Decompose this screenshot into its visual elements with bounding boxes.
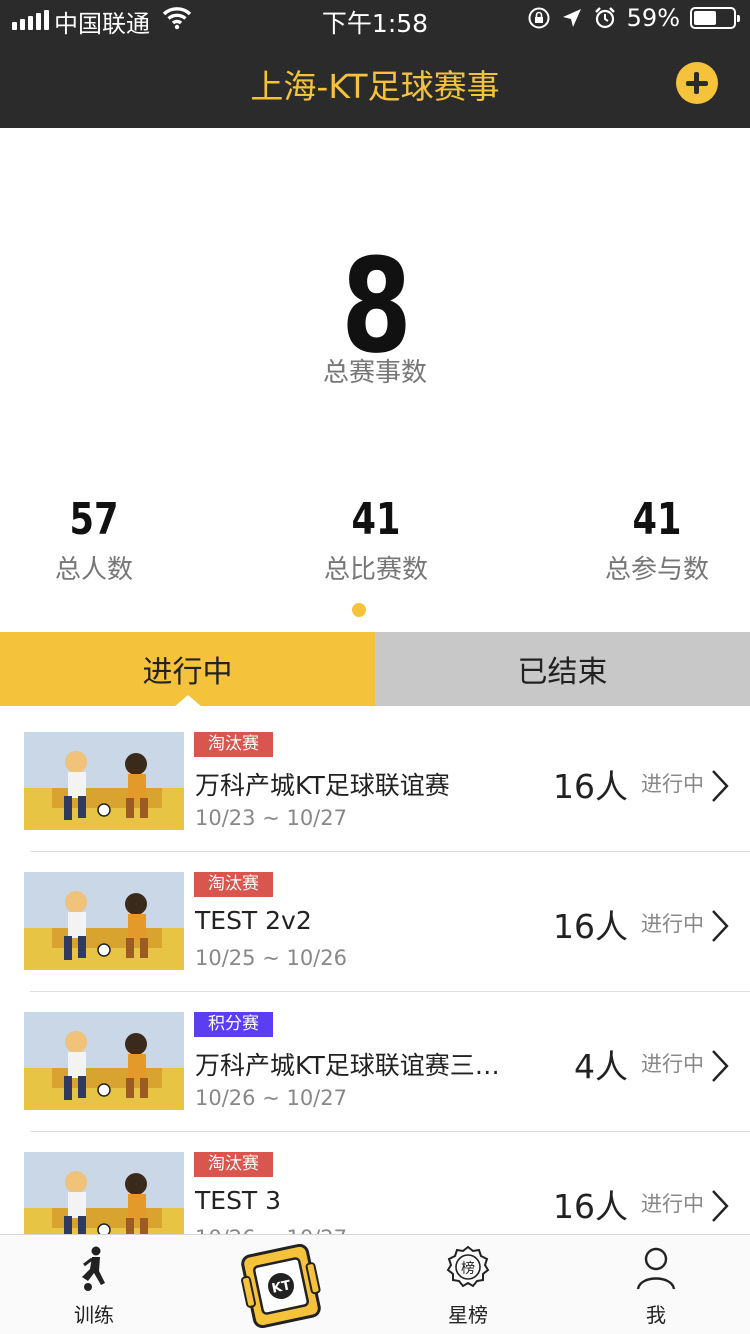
event-date: 10/26 ~ 10/27 bbox=[195, 1086, 347, 1110]
plus-circle-icon[interactable] bbox=[676, 62, 718, 104]
tab-finished[interactable]: 已结束 bbox=[375, 632, 750, 706]
event-player-count: 16人 bbox=[553, 1187, 628, 1226]
event-status: 进行中 bbox=[641, 1052, 704, 1076]
nav-label: 我 bbox=[646, 1303, 666, 1327]
list-item[interactable]: 淘汰赛 万科产城KT足球联谊赛 10/23 ~ 10/27 16人 进行中 bbox=[0, 712, 750, 852]
event-player-count: 4人 bbox=[574, 1047, 628, 1086]
stat-total-matches: 41 总比赛数 bbox=[276, 494, 476, 586]
top-bar: 中国联通 下午1:58 59% 上海-KT足球赛事 bbox=[0, 0, 750, 128]
kt-logo-icon[interactable]: KT bbox=[238, 1244, 324, 1328]
event-date: 10/23 ~ 10/27 bbox=[195, 806, 347, 830]
page-title: 上海-KT足球赛事 bbox=[250, 67, 500, 106]
chevron-right-icon bbox=[712, 1050, 729, 1082]
nav-training[interactable]: 训练 bbox=[34, 1235, 154, 1334]
event-name: TEST 3 bbox=[195, 1186, 282, 1215]
event-type-tag: 淘汰赛 bbox=[194, 732, 273, 757]
tab-ongoing[interactable]: 进行中 bbox=[0, 632, 375, 707]
stat-label: 总人数 bbox=[54, 555, 133, 585]
event-player-count: 16人 bbox=[553, 767, 628, 806]
svg-text:榜: 榜 bbox=[461, 1260, 475, 1277]
total-events-label: 总赛事数 bbox=[322, 358, 427, 388]
battery-percent: 59% bbox=[626, 4, 680, 32]
event-name: TEST 2v2 bbox=[195, 906, 312, 935]
nav-me[interactable]: 我 bbox=[596, 1235, 716, 1334]
event-thumbnail bbox=[24, 1152, 184, 1234]
event-thumbnail bbox=[24, 732, 184, 830]
location-arrow-icon bbox=[562, 9, 581, 27]
nav-ranking[interactable]: 榜 星榜 bbox=[408, 1235, 528, 1334]
battery-fill bbox=[694, 11, 717, 25]
nav-label: 星榜 bbox=[448, 1303, 488, 1327]
soccer-player-icon bbox=[82, 1246, 105, 1291]
chevron-right-icon bbox=[712, 910, 729, 942]
stat-total-participation: 41 总参与数 bbox=[557, 494, 750, 586]
stat-value: 41 bbox=[351, 494, 401, 545]
nav-label: 训练 bbox=[74, 1303, 114, 1327]
event-name: 万科产城KT足球联谊赛 bbox=[195, 771, 450, 800]
event-thumbnail bbox=[24, 1012, 184, 1110]
list-item[interactable]: 积分赛 万科产城KT足球联谊赛三… 10/26 ~ 10/27 4人 进行中 bbox=[0, 992, 750, 1132]
list-item[interactable]: 淘汰赛 TEST 2v2 10/25 ~ 10/26 16人 进行中 bbox=[0, 852, 750, 992]
event-date: 10/26 ~ 10/27 bbox=[195, 1226, 347, 1234]
ranking-badge-icon: 榜 bbox=[446, 1245, 490, 1288]
event-player-count: 16人 bbox=[553, 907, 628, 946]
event-thumbnail bbox=[24, 872, 184, 970]
stat-total-people: 57 总人数 bbox=[0, 494, 194, 586]
user-icon bbox=[636, 1247, 676, 1290]
event-name: 万科产城KT足球联谊赛三… bbox=[195, 1051, 500, 1080]
stat-label: 总比赛数 bbox=[323, 555, 428, 585]
stat-label: 总参与数 bbox=[604, 555, 709, 585]
chevron-right-icon bbox=[712, 1190, 729, 1222]
status-right: 59% bbox=[527, 4, 740, 32]
stat-value: 41 bbox=[632, 494, 682, 545]
page-indicator-dot[interactable] bbox=[352, 603, 366, 617]
status-bar: 中国联通 下午1:58 59% bbox=[0, 0, 750, 40]
event-type-tag: 淘汰赛 bbox=[194, 872, 273, 897]
battery-icon bbox=[690, 7, 740, 29]
chevron-right-icon bbox=[712, 770, 729, 802]
event-type-tag: 淘汰赛 bbox=[194, 1152, 273, 1177]
event-list: 淘汰赛 万科产城KT足球联谊赛 10/23 ~ 10/27 16人 进行中 淘汰… bbox=[0, 712, 750, 1234]
event-status: 进行中 bbox=[641, 1192, 704, 1216]
status-tabs: 进行中 已结束 bbox=[0, 632, 750, 707]
list-item[interactable]: 淘汰赛 TEST 3 10/26 ~ 10/27 16人 进行中 bbox=[0, 1132, 750, 1234]
alarm-icon bbox=[594, 7, 615, 29]
event-status: 进行中 bbox=[641, 772, 704, 796]
bottom-nav: 训练 榜 星榜 我 bbox=[0, 1234, 750, 1334]
event-date: 10/25 ~ 10/26 bbox=[195, 946, 347, 970]
event-status: 进行中 bbox=[641, 912, 704, 936]
event-type-tag: 积分赛 bbox=[194, 1012, 273, 1037]
stat-value: 57 bbox=[69, 494, 119, 545]
rotation-lock-icon bbox=[528, 7, 550, 29]
